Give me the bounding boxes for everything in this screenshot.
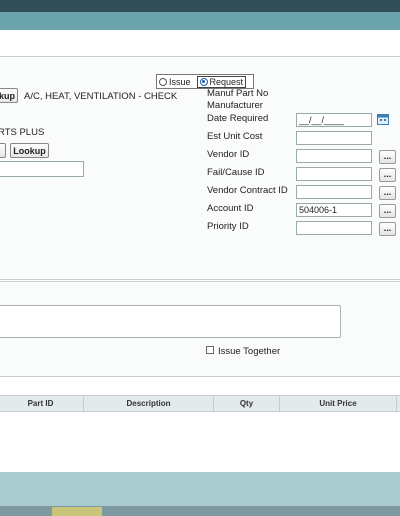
- work-lookup-button-label: kup: [0, 90, 15, 101]
- fail-cause-id-field[interactable]: [296, 167, 372, 181]
- issue-together-label: Issue Together: [218, 346, 281, 357]
- est-unit-cost-label: Est Unit Cost: [207, 131, 263, 142]
- col-header-qty[interactable]: Qty: [214, 396, 280, 411]
- issue-together-checkbox[interactable]: [206, 346, 214, 354]
- account-id-label: Account ID: [207, 203, 254, 214]
- left-input-field[interactable]: [0, 161, 84, 177]
- work-lookup-button[interactable]: kup: [0, 88, 18, 103]
- priority-id-label: Priority ID: [207, 221, 249, 232]
- manufacturer-label: Manufacturer: [207, 100, 263, 111]
- manuf-part-no-label: Manuf Part No: [207, 88, 269, 99]
- vendor-contract-id-browse-button[interactable]: ...: [379, 186, 396, 200]
- vendor-contract-id-label: Vendor Contract ID: [207, 185, 288, 196]
- request-radio[interactable]: [199, 77, 208, 86]
- vendor-name-text: RTS PLUS: [0, 127, 45, 138]
- col-header-unit-price[interactable]: Unit Price: [280, 396, 397, 411]
- parts-grid-header: Part ID Description Qty Unit Price: [0, 395, 400, 412]
- vendor-lookup-button-label: Lookup: [13, 145, 46, 156]
- date-required-label: Date Required: [207, 113, 269, 124]
- vendor-id-label: Vendor ID: [207, 149, 250, 160]
- dialog-footer: [0, 472, 400, 506]
- fail-cause-id-label: Fail/Cause ID: [207, 167, 265, 178]
- issue-radio[interactable]: [159, 77, 167, 86]
- priority-id-field[interactable]: [296, 221, 372, 235]
- request-radio-label: Request: [209, 76, 244, 87]
- window-title-bar: [0, 12, 400, 30]
- taskbar-active-tab[interactable]: [52, 507, 102, 516]
- work-description-text: A/C, HEAT, VENTILATION - CHECK: [24, 91, 178, 102]
- est-unit-cost-field[interactable]: [296, 131, 372, 145]
- col-header-description[interactable]: Description: [84, 396, 214, 411]
- notes-textarea[interactable]: [0, 305, 341, 338]
- vendor-id-browse-button[interactable]: ...: [379, 150, 396, 164]
- account-id-field[interactable]: 504006-1: [296, 203, 372, 217]
- col-header-part-id[interactable]: Part ID: [0, 396, 84, 411]
- col-header-unit-price-label: Unit Price: [319, 399, 357, 408]
- vendor-lookup-button[interactable]: Lookup: [10, 143, 49, 158]
- issue-radio-label: Issue: [169, 76, 191, 87]
- fail-cause-id-browse-button[interactable]: ...: [379, 168, 396, 182]
- date-required-field[interactable]: __/__/____: [296, 113, 372, 127]
- col-header-part-id-label: Part ID: [27, 399, 54, 408]
- app-top-bar: [0, 0, 400, 12]
- request-radio-option[interactable]: Request: [196, 75, 247, 88]
- col-header-qty-label: Qty: [239, 399, 254, 408]
- issue-radio-option[interactable]: Issue: [159, 77, 191, 87]
- calendar-icon[interactable]: [377, 114, 389, 125]
- vendor-id-field[interactable]: [296, 149, 372, 163]
- priority-id-browse-button[interactable]: ...: [379, 222, 396, 236]
- col-header-description-label: Description: [126, 399, 171, 408]
- vendor-contract-id-field[interactable]: [296, 185, 372, 199]
- issue-request-radio-group: Issue Request: [156, 74, 254, 89]
- account-id-browse-button[interactable]: ...: [379, 204, 396, 218]
- vendor-clear-button[interactable]: [0, 143, 6, 158]
